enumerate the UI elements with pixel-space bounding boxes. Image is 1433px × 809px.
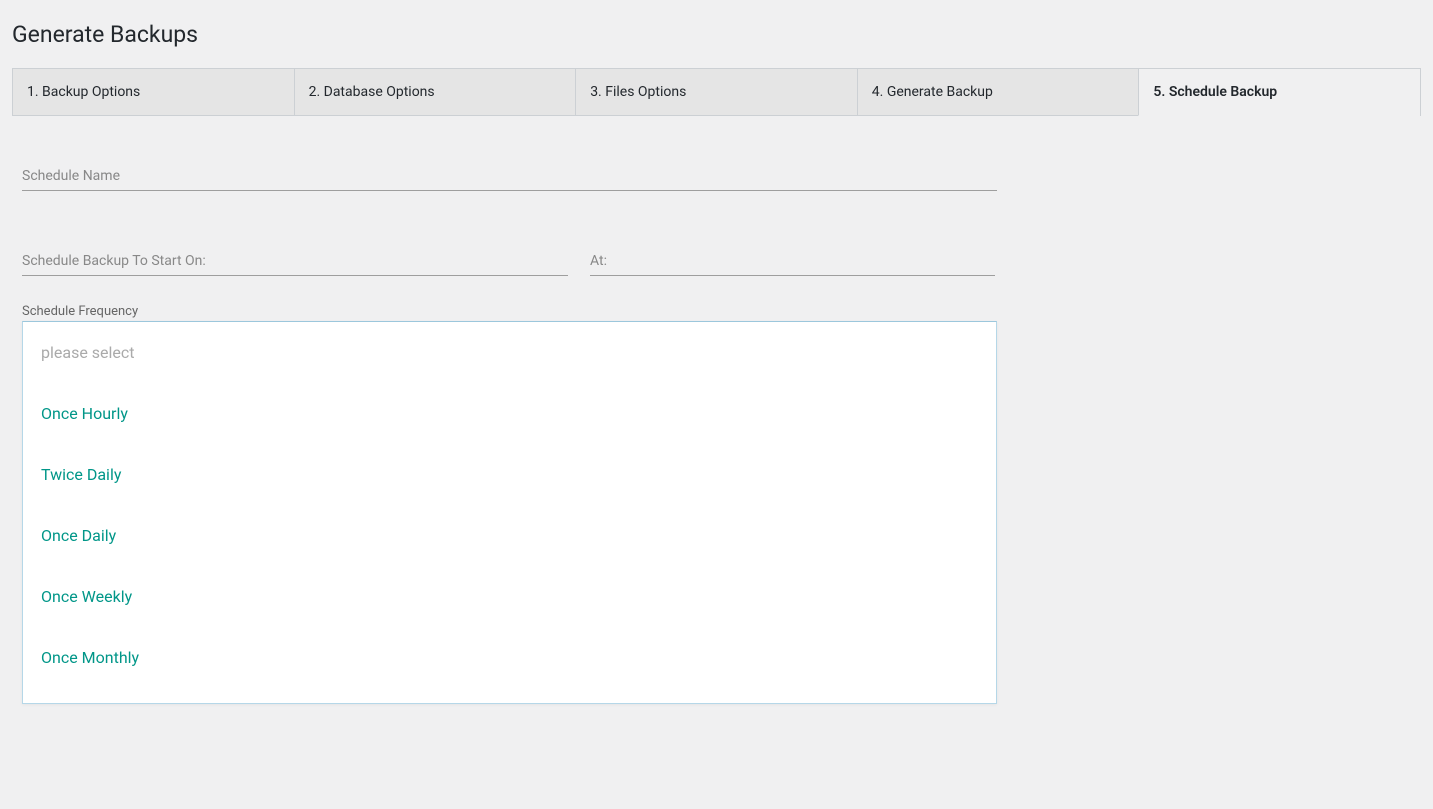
at-input[interactable] bbox=[590, 249, 995, 276]
frequency-label: Schedule Frequency bbox=[22, 304, 1411, 319]
frequency-option-once-hourly[interactable]: Once Hourly bbox=[23, 383, 996, 444]
tabs-row: 1. Backup Options 2. Database Options 3.… bbox=[12, 68, 1421, 116]
tab-schedule-backup[interactable]: 5. Schedule Backup bbox=[1138, 69, 1420, 116]
frequency-option-once-monthly[interactable]: Once Monthly bbox=[23, 627, 996, 688]
schedule-name-input[interactable] bbox=[22, 164, 997, 191]
tab-generate-backup[interactable]: 4. Generate Backup bbox=[857, 69, 1139, 115]
tab-backup-options[interactable]: 1. Backup Options bbox=[12, 69, 294, 115]
tab-files-options[interactable]: 3. Files Options bbox=[575, 69, 857, 115]
frequency-dropdown[interactable]: please select Once Hourly Twice Daily On… bbox=[22, 321, 997, 704]
page-title: Generate Backups bbox=[12, 12, 1421, 52]
frequency-option-once-weekly[interactable]: Once Weekly bbox=[23, 566, 996, 627]
tab-database-options[interactable]: 2. Database Options bbox=[294, 69, 576, 115]
start-on-input[interactable] bbox=[22, 249, 568, 276]
frequency-option-twice-daily[interactable]: Twice Daily bbox=[23, 444, 996, 505]
frequency-placeholder: please select bbox=[23, 322, 996, 383]
frequency-option-once-daily[interactable]: Once Daily bbox=[23, 505, 996, 566]
